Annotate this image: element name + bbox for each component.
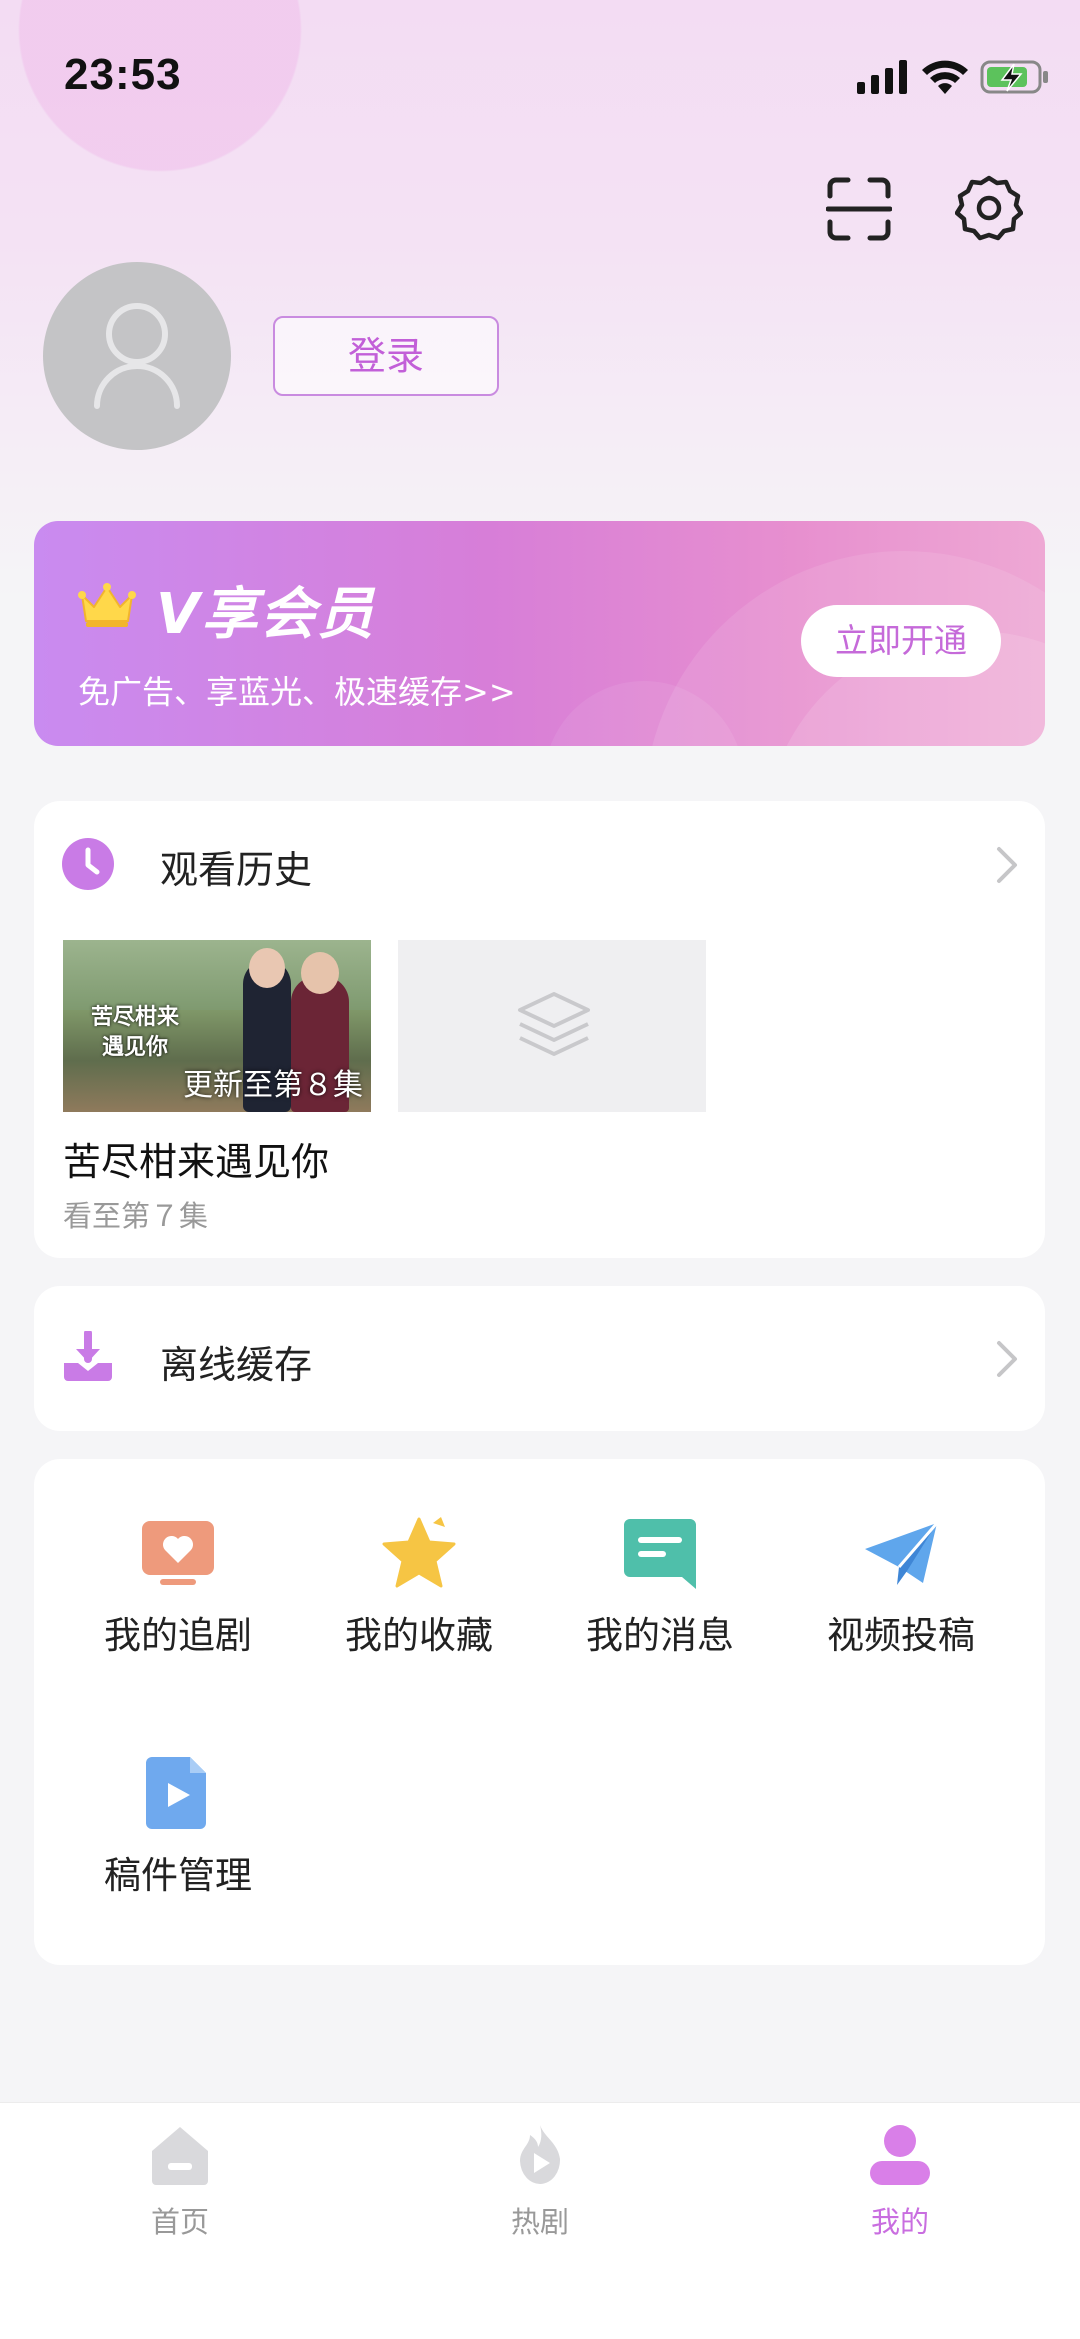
history-video-thumbnail[interactable]: 苦尽柑来 遇见你 更新至第８集 bbox=[63, 940, 371, 1112]
feature-label: 我的消息 bbox=[586, 1614, 734, 1657]
flame-icon bbox=[520, 2125, 561, 2185]
battery-charging-icon bbox=[980, 60, 1048, 94]
login-button[interactable]: 登录 bbox=[273, 316, 499, 396]
history-video-progress: 看至第７集 bbox=[63, 1199, 209, 1233]
watch-history-title: 观看历史 bbox=[160, 848, 313, 892]
clock-icon bbox=[62, 838, 114, 890]
paper-plane-icon bbox=[865, 1522, 939, 1585]
offline-cache-row[interactable]: 离线缓存 bbox=[34, 1286, 1045, 1431]
status-bar: 23:53 bbox=[0, 0, 1080, 150]
vip-subscribe-button[interactable]: 立即开通 bbox=[801, 605, 1001, 677]
user-icon bbox=[870, 2125, 930, 2185]
avatar[interactable] bbox=[43, 262, 231, 450]
status-time: 23:53 bbox=[64, 50, 182, 99]
tab-label: 热剧 bbox=[510, 2205, 569, 2239]
bottom-tab-bar: 首页 热剧 我的 bbox=[0, 2102, 1080, 2339]
tab-label: 首页 bbox=[150, 2205, 209, 2239]
tab-label: 我的 bbox=[870, 2205, 929, 2239]
tv-heart-icon bbox=[142, 1521, 214, 1585]
scan-icon[interactable] bbox=[826, 176, 892, 242]
cellular-signal-icon bbox=[857, 60, 907, 94]
poster-title-text: 苦尽柑来 遇见你 bbox=[90, 1004, 179, 1060]
tab-home[interactable]: 首页 bbox=[100, 2123, 260, 2243]
vip-banner[interactable]: V享会员 免广告、享蓝光、极速缓存>> 立即开通 bbox=[34, 521, 1045, 746]
feature-label: 稿件管理 bbox=[104, 1854, 252, 1897]
feature-my-favorites[interactable]: 我的收藏 bbox=[319, 1459, 519, 1657]
feature-manuscript-manage[interactable]: 稿件管理 bbox=[78, 1699, 278, 1897]
settings-gear-icon[interactable] bbox=[955, 174, 1023, 242]
download-icon bbox=[64, 1331, 112, 1381]
layers-icon bbox=[518, 992, 590, 1056]
history-placeholder bbox=[398, 940, 706, 1112]
offline-cache-title: 离线缓存 bbox=[160, 1343, 313, 1387]
feature-label: 我的追剧 bbox=[104, 1614, 252, 1657]
chevron-right-icon bbox=[997, 1341, 1017, 1377]
chevron-right-icon bbox=[997, 847, 1017, 883]
message-icon bbox=[624, 1519, 696, 1589]
tab-hot-series[interactable]: 热剧 bbox=[460, 2123, 620, 2243]
feature-video-submit[interactable]: 视频投稿 bbox=[801, 1459, 1001, 1657]
vip-title: V享会员 bbox=[156, 582, 376, 647]
tab-mine[interactable]: 我的 bbox=[820, 2123, 980, 2243]
crown-icon bbox=[78, 583, 136, 627]
poster-figure bbox=[301, 952, 339, 994]
default-user-icon bbox=[94, 303, 180, 409]
update-badge: 更新至第８集 bbox=[183, 1068, 363, 1103]
poster-figure bbox=[249, 948, 285, 988]
watch-history-card: 观看历史 苦尽柑来 遇见你 更新至第８集 苦尽柑来遇见你 看至第７集 bbox=[34, 801, 1045, 1258]
wifi-icon bbox=[922, 60, 968, 94]
feature-my-series[interactable]: 我的追剧 bbox=[78, 1459, 278, 1657]
video-file-icon bbox=[146, 1757, 206, 1829]
home-icon bbox=[152, 2127, 208, 2185]
feature-my-messages[interactable]: 我的消息 bbox=[560, 1459, 760, 1657]
feature-label: 视频投稿 bbox=[827, 1614, 975, 1657]
vip-subtitle[interactable]: 免广告、享蓝光、极速缓存>> bbox=[78, 667, 516, 713]
features-grid: 我的追剧 我的收藏 我的消息 视频投稿 稿件管理 bbox=[34, 1459, 1045, 1965]
feature-label: 我的收藏 bbox=[345, 1614, 493, 1657]
star-icon bbox=[382, 1517, 456, 1588]
history-video-title[interactable]: 苦尽柑来遇见你 bbox=[63, 1131, 329, 1186]
